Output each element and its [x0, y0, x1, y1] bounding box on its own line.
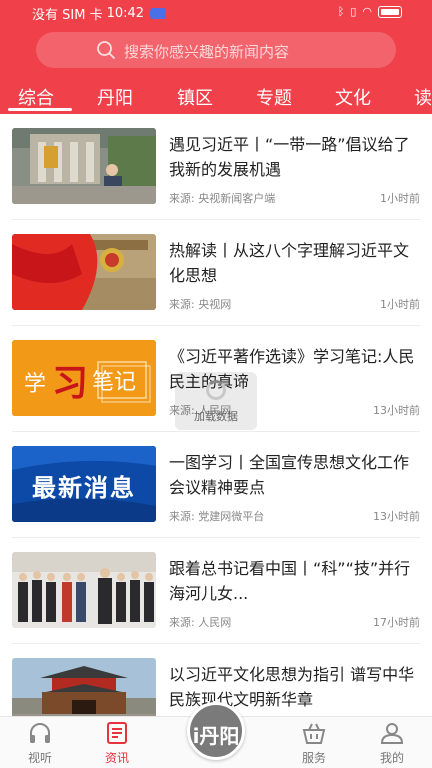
status-icons: ᛒ ▯ ◠ [338, 5, 402, 18]
nav-label-shiting: 视听 [27, 751, 52, 765]
news-source: 来源: 人民网 [169, 616, 232, 629]
news-title: 跟着总书记看中国丨“科”“技”并行 海河儿女... [169, 559, 411, 603]
nav-item-wode[interactable]: 我的 [362, 721, 422, 766]
loading-toast: 加载数据 [175, 372, 257, 430]
user-icon [380, 723, 404, 744]
notification-icon [150, 8, 167, 19]
news-time: 13小时前 [373, 404, 420, 417]
news-time: 13小时前 [373, 510, 420, 523]
news-time: 1小时前 [380, 192, 420, 205]
bluetooth-icon: ᛒ [337, 5, 345, 18]
status-bar: 没有 SIM 卡 10:42 ᛒ ▯ ◠ [0, 0, 432, 24]
thumb-text-biji: 笔记 [92, 370, 137, 395]
news-thumbnail [12, 552, 156, 628]
nav-item-zixun[interactable]: 资讯 [87, 721, 147, 766]
news-thumbnail: 最新消息 [12, 446, 156, 522]
news-item[interactable]: 跟着总书记看中国丨“科”“技”并行 海河儿女... 来源: 人民网 17小时前 [12, 538, 420, 644]
news-item[interactable]: 最新消息 一图学习丨全国宣传思想文化工作会议精神要点 来源: 党建网微平台 13… [12, 432, 420, 538]
status-left: 没有 SIM 卡 10:42 [32, 4, 167, 23]
tab-du[interactable]: 读 [414, 84, 432, 110]
basket-icon [302, 723, 326, 744]
loading-text: 加载数据 [194, 410, 238, 423]
news-source: 来源: 党建网微平台 [169, 510, 265, 523]
search-placeholder: 搜索你感兴趣的新闻内容 [124, 43, 290, 61]
news-item[interactable]: 热解读丨从这八个字理解习近平文化思想 来源: 央视网 1小时前 [12, 220, 420, 326]
clock-text: 10:42 [106, 6, 145, 21]
nav-label-wode: 我的 [379, 751, 404, 765]
app-header: 没有 SIM 卡 10:42 ᛒ ▯ ◠ 搜索你感兴趣的新闻内容 综合 丹阳 镇… [0, 0, 432, 114]
nav-item-fuwu[interactable]: 服务 [284, 721, 344, 766]
news-icon [107, 722, 127, 744]
center-home-button[interactable]: i丹阳 [187, 702, 245, 760]
search-icon [97, 41, 116, 60]
news-title: 热解读丨从这八个字理解习近平文化思想 [169, 241, 410, 285]
loading-spinner-icon [206, 380, 226, 400]
wifi-icon: ◠ [362, 5, 372, 18]
news-time: 17小时前 [373, 616, 420, 629]
nav-label-fuwu: 服务 [301, 751, 326, 765]
battery-icon [378, 5, 402, 18]
carrier-text: 没有 SIM 卡 [32, 8, 103, 23]
news-title: 一图学习丨全国宣传思想文化工作会议精神要点 [169, 453, 410, 497]
news-source: 来源: 央视新闻客户端 [169, 192, 276, 205]
headphones-icon [30, 723, 50, 743]
thumb-text-xi: 习 [52, 363, 89, 404]
news-item[interactable]: 遇见习近平丨“一带一路”倡议给了我新的发展机遇 来源: 央视新闻客户端 1小时前 [12, 114, 420, 220]
search-bar[interactable]: 搜索你感兴趣的新闻内容 [36, 32, 396, 68]
tab-zonghe[interactable]: 综合 [18, 84, 54, 110]
tab-wenhua[interactable]: 文化 [335, 84, 371, 110]
nav-item-shiting[interactable]: 视听 [10, 721, 70, 766]
news-source: 来源: 央视网 [169, 298, 232, 311]
news-thumbnail: 学 习 笔记 [12, 340, 156, 416]
news-thumbnail [12, 234, 156, 310]
thumb-text: 最新消息 [32, 474, 136, 502]
news-title: 遇见习近平丨“一带一路”倡议给了我新的发展机遇 [169, 135, 410, 179]
news-time: 1小时前 [380, 298, 420, 311]
news-thumbnail [12, 128, 156, 204]
tab-zhenqu[interactable]: 镇区 [177, 84, 213, 110]
vibrate-icon: ▯ [350, 5, 357, 18]
tab-danyang[interactable]: 丹阳 [97, 84, 133, 110]
category-tabs: 综合 丹阳 镇区 专题 文化 读 [0, 80, 432, 114]
active-tab-indicator [8, 108, 72, 111]
thumb-text-xue: 学 [24, 372, 47, 397]
tab-zhuanti[interactable]: 专题 [256, 84, 292, 110]
nav-label-zixun: 资讯 [104, 751, 129, 765]
center-button-label: i丹阳 [192, 724, 240, 748]
